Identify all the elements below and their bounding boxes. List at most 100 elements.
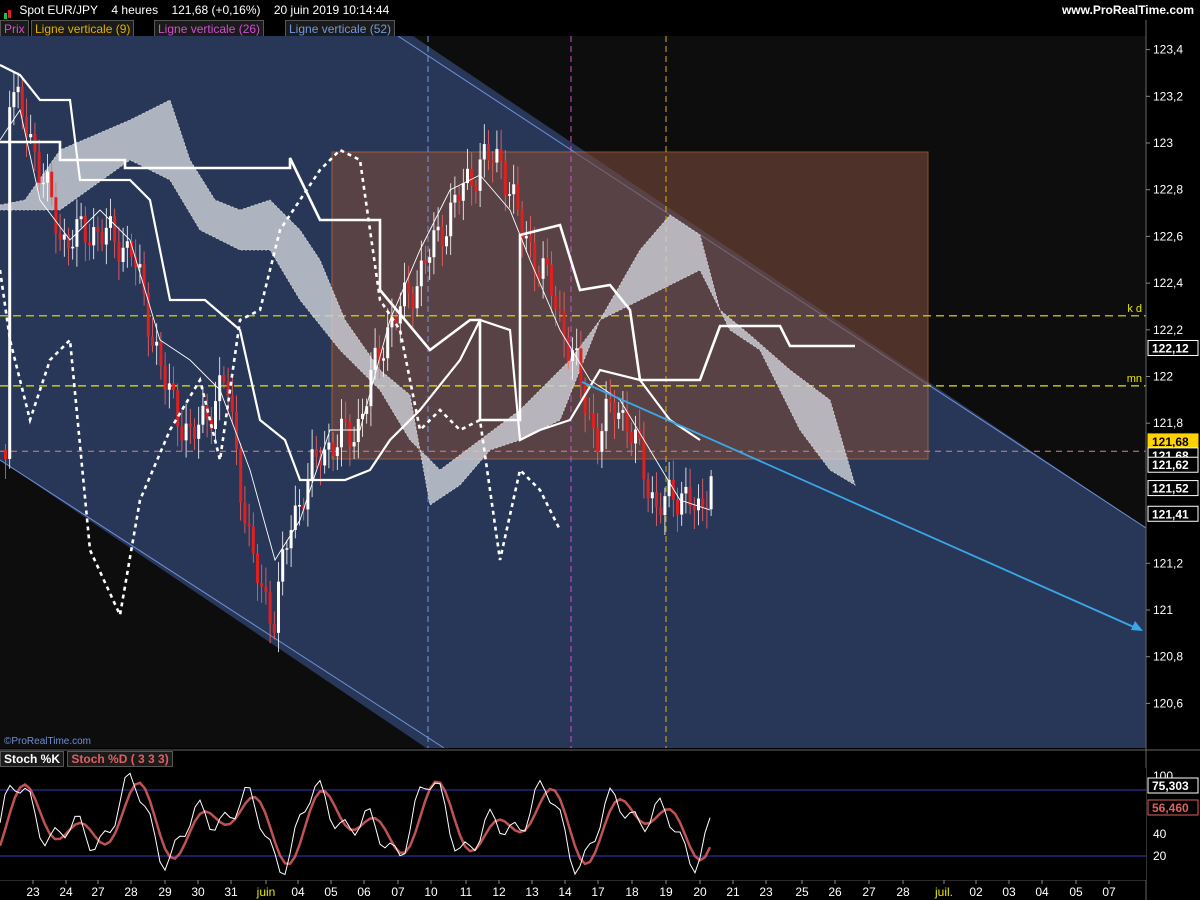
candle-body bbox=[692, 506, 696, 511]
candle-body bbox=[503, 161, 507, 196]
candle-body bbox=[121, 247, 125, 263]
x-tick-label: 17 bbox=[591, 885, 605, 899]
candle-body bbox=[474, 185, 478, 191]
candle-body bbox=[167, 383, 171, 390]
candle-body bbox=[621, 409, 625, 413]
price-label-4: 121,52 bbox=[1152, 482, 1189, 496]
x-tick-label: 23 bbox=[759, 885, 773, 899]
candle-body bbox=[697, 498, 700, 511]
candle-body bbox=[461, 183, 465, 201]
candle-body bbox=[592, 413, 595, 429]
candle-body bbox=[600, 431, 604, 452]
x-tick-label: 30 bbox=[191, 885, 205, 899]
x-tick-label: 26 bbox=[828, 885, 842, 899]
stoch-k-label: Stoch %K bbox=[0, 751, 65, 767]
candle-body bbox=[516, 184, 520, 210]
candle-body bbox=[314, 449, 318, 457]
x-tick-label: 03 bbox=[1002, 885, 1016, 899]
price-label-1: 121,68 bbox=[1152, 435, 1189, 449]
candle-body bbox=[550, 264, 553, 296]
x-tick-label: 12 bbox=[492, 885, 506, 899]
candle-body bbox=[508, 194, 511, 196]
candle-body bbox=[562, 310, 566, 338]
x-tick-label: 19 bbox=[659, 885, 673, 899]
candle-body bbox=[323, 449, 327, 466]
candle-body bbox=[558, 309, 562, 311]
candle-body bbox=[659, 507, 663, 516]
candle-body bbox=[142, 264, 146, 294]
candle-body bbox=[163, 365, 167, 390]
x-tick-label: 27 bbox=[862, 885, 876, 899]
y-tick-label: 121,2 bbox=[1153, 556, 1183, 570]
candle-body bbox=[4, 450, 7, 459]
y-tick-label: 120,8 bbox=[1153, 650, 1183, 664]
candle-body bbox=[188, 423, 192, 427]
y-tick-label: 123,4 bbox=[1153, 43, 1183, 57]
candle-body bbox=[113, 216, 117, 242]
stoch-y-label: 40 bbox=[1153, 827, 1167, 841]
x-tick-label: juil. bbox=[934, 885, 953, 899]
candle-body bbox=[373, 347, 377, 370]
x-tick-label: juin bbox=[256, 885, 276, 899]
candle-body bbox=[20, 86, 24, 117]
x-tick-label: 24 bbox=[59, 885, 73, 899]
candle-body bbox=[684, 486, 688, 494]
price-chart[interactable]: k d mn 123,4 123,2 123 122,8 122,6 122,4 122,2 1… bbox=[0, 0, 1200, 900]
candle-body bbox=[436, 226, 440, 231]
candle-body bbox=[172, 383, 175, 391]
candle-body bbox=[298, 505, 301, 507]
candle-body bbox=[348, 421, 352, 447]
candle-body bbox=[8, 107, 12, 459]
candle-body bbox=[41, 182, 45, 185]
candle-body bbox=[453, 194, 457, 203]
candle-body bbox=[499, 148, 503, 162]
x-tick-label: 20 bbox=[693, 885, 707, 899]
x-tick-label: 02 bbox=[969, 885, 983, 899]
watermark: ©ProRealTime.com bbox=[4, 736, 92, 747]
candle-body bbox=[180, 426, 184, 441]
candle-body bbox=[58, 233, 62, 240]
candle-body bbox=[37, 151, 41, 183]
hline-label-0: k d bbox=[1127, 303, 1142, 315]
candle-body bbox=[88, 242, 91, 246]
candle-body bbox=[663, 496, 667, 516]
candle-body bbox=[596, 428, 600, 452]
x-tick-label: 29 bbox=[158, 885, 172, 899]
candle-body bbox=[155, 341, 159, 346]
price-label-5: 121,41 bbox=[1152, 507, 1189, 521]
candle-body bbox=[264, 586, 268, 593]
candle-body bbox=[260, 582, 264, 587]
candle-body bbox=[482, 144, 486, 160]
stoch-value-1: 56,460 bbox=[1152, 801, 1189, 815]
y-tick-label: 123,2 bbox=[1153, 89, 1183, 103]
x-tick-label: 18 bbox=[625, 885, 639, 899]
candle-body bbox=[419, 260, 423, 287]
x-tick-label: 25 bbox=[795, 885, 809, 899]
candle-body bbox=[184, 423, 188, 441]
y-tick-label: 122,8 bbox=[1153, 183, 1183, 197]
candle-body bbox=[138, 264, 142, 268]
candle-body bbox=[642, 438, 646, 480]
y-tick-label: 121 bbox=[1153, 603, 1173, 617]
candle-body bbox=[545, 258, 549, 265]
candle-body bbox=[583, 384, 587, 413]
candle-body bbox=[701, 498, 705, 508]
x-tick-label: 07 bbox=[391, 885, 405, 899]
candle-body bbox=[104, 227, 108, 245]
candle-body bbox=[277, 581, 280, 633]
x-tick-label: 28 bbox=[896, 885, 910, 899]
candle-body bbox=[226, 381, 230, 396]
x-tick-label: 06 bbox=[357, 885, 371, 899]
x-tick-label: 31 bbox=[224, 885, 238, 899]
stoch-legend[interactable]: Stoch %K Stoch %D ( 3 3 3) bbox=[0, 751, 173, 767]
candle-body bbox=[445, 236, 448, 247]
candle-body bbox=[487, 144, 490, 161]
candle-body bbox=[382, 358, 385, 361]
y-tick-label: 122 bbox=[1153, 370, 1173, 384]
y-tick-label: 120,6 bbox=[1153, 696, 1183, 710]
stoch-y-label: 20 bbox=[1153, 849, 1167, 863]
candle-body bbox=[62, 234, 66, 240]
candle-body bbox=[541, 258, 545, 279]
candle-body bbox=[117, 241, 121, 263]
candle-body bbox=[604, 398, 608, 432]
